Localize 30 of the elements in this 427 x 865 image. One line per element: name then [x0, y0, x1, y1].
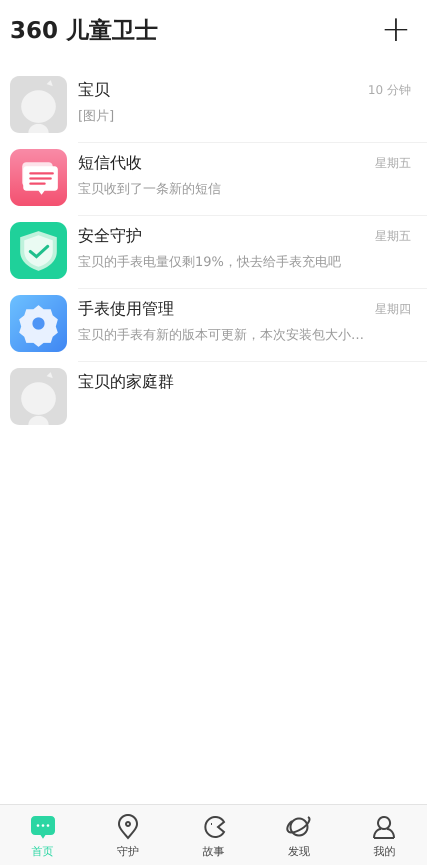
conversation-item[interactable]: 短信代收 星期五 宝贝收到了一条新的短信 [0, 143, 427, 216]
conversation-item[interactable]: 安全守护 星期五 宝贝的手表电量仅剩19%，快去给手表充电吧 [0, 216, 427, 289]
shield-icon [10, 222, 67, 279]
conversation-time: 星期五 [375, 155, 411, 172]
avatar-icon [10, 368, 67, 425]
message-preview: 宝贝收到了一条新的短信 [78, 181, 222, 198]
tab-item[interactable]: 故事 [170, 805, 256, 865]
conversation-item[interactable]: 宝贝 10 分钟 [图片] [0, 70, 427, 143]
tab-item[interactable]: 发现 [256, 805, 342, 865]
conversation-name: 短信代收 [78, 153, 142, 174]
conversation-name: 手表使用管理 [78, 299, 174, 320]
conversation-name: 安全守护 [78, 226, 142, 247]
conversation-item[interactable]: 宝贝的家庭群 [0, 362, 427, 435]
conversation-item[interactable]: 手表使用管理 星期四 宝贝的手表有新的版本可更新，本次安装包大小… [0, 289, 427, 362]
message-preview: 宝贝的手表有新的版本可更新，本次安装包大小… [78, 327, 365, 344]
message-preview: 宝贝的手表电量仅剩19%，快去给手表充电吧 [78, 254, 342, 271]
tab-item[interactable]: 我的 [342, 805, 427, 865]
chat-icon [28, 813, 57, 841]
conversation-time: 星期五 [375, 228, 411, 245]
conversation-name: 宝贝的家庭群 [78, 372, 174, 393]
gear-icon [10, 295, 67, 352]
tab-item[interactable]: 守护 [85, 805, 171, 865]
avatar-icon [10, 76, 67, 133]
conversation-time: 10 分钟 [368, 82, 411, 99]
message-icon [10, 149, 67, 206]
add-button[interactable]: + [376, 12, 415, 48]
app-title: 360 儿童卫士 [10, 16, 158, 46]
conversation-name: 宝贝 [78, 80, 110, 101]
message-preview: [图片] [78, 108, 116, 125]
conversation-time: 星期四 [375, 301, 411, 318]
